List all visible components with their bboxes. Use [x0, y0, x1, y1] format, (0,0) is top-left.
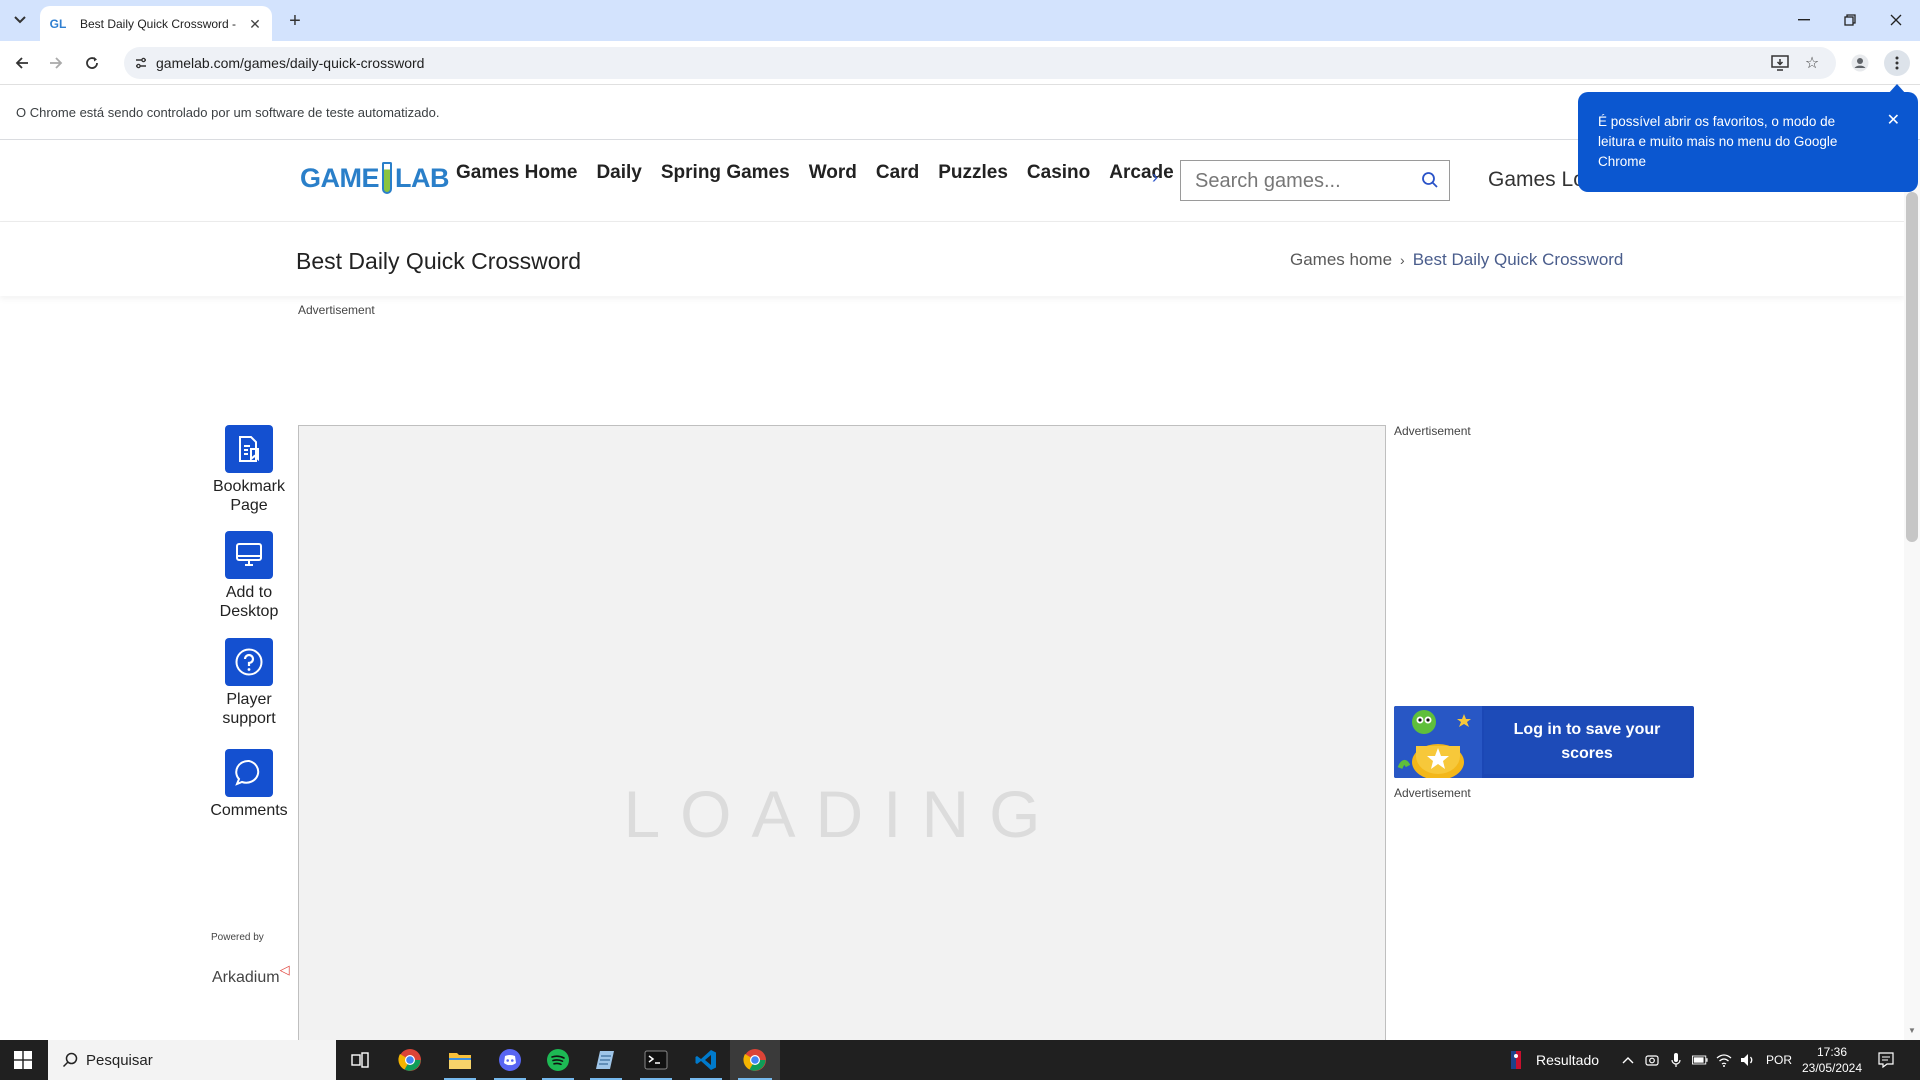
- tab-list-icon[interactable]: [8, 8, 32, 32]
- site-info-icon[interactable]: [132, 54, 150, 72]
- main-nav: Games Home Daily Spring Games Word Card …: [456, 162, 1193, 184]
- bookmark-document-icon: [225, 425, 273, 473]
- login-banner[interactable]: Log in to save your scores: [1394, 706, 1694, 778]
- nav-casino[interactable]: Casino: [1027, 162, 1090, 184]
- nav-spring-games[interactable]: Spring Games: [661, 162, 790, 184]
- window-close-icon[interactable]: [1878, 6, 1914, 34]
- chevron-right-icon[interactable]: ›: [1152, 167, 1158, 188]
- news-widget-text[interactable]: Resultado: [1536, 1052, 1599, 1068]
- discord-icon[interactable]: [486, 1040, 534, 1080]
- nav-puzzles[interactable]: Puzzles: [938, 162, 1008, 184]
- page-scrollbar[interactable]: ▲ ▼: [1904, 140, 1920, 1040]
- page-title: Best Daily Quick Crossword: [296, 248, 582, 274]
- notepad-icon[interactable]: [582, 1040, 630, 1080]
- volume-icon[interactable]: [1740, 1052, 1756, 1068]
- new-tab-icon[interactable]: +: [282, 8, 308, 34]
- nav-card[interactable]: Card: [876, 162, 919, 184]
- scroll-thumb[interactable]: [1906, 192, 1918, 542]
- language-indicator[interactable]: POR: [1766, 1053, 1792, 1067]
- comments-button[interactable]: Comments: [204, 749, 294, 820]
- taskbar-search[interactable]: Pesquisar: [48, 1040, 336, 1080]
- comment-icon: [225, 749, 273, 797]
- chrome-menu-tip-popup: É possível abrir os favoritos, o modo de…: [1578, 84, 1918, 192]
- login-save-scores-button[interactable]: Log in to save your scores: [1484, 710, 1690, 774]
- popup-text: É possível abrir os favoritos, o modo de…: [1598, 114, 1838, 169]
- gamelab-logo[interactable]: GAME LAB: [300, 162, 450, 194]
- browser-toolbar: gamelab.com/games/daily-quick-crossword …: [0, 41, 1920, 85]
- monitor-icon: [225, 531, 273, 579]
- active-tab[interactable]: GL Best Daily Quick Crossword - Fr ✕: [40, 6, 272, 41]
- star-icon[interactable]: ☆: [1799, 50, 1825, 76]
- infobar-text: O Chrome está sendo controlado por um so…: [16, 105, 440, 120]
- tab-strip: GL Best Daily Quick Crossword - Fr ✕ +: [0, 0, 1920, 41]
- popup-caret: [1888, 84, 1906, 94]
- windows-taskbar: Pesquisar Resultado POR 17:36 23/05/2024: [0, 1040, 1920, 1080]
- nav-arcade[interactable]: Arcade: [1109, 162, 1173, 184]
- powered-by-label: Powered by: [211, 932, 264, 943]
- nba-icon[interactable]: [1508, 1051, 1524, 1069]
- camera-icon[interactable]: [1644, 1052, 1660, 1068]
- file-explorer-icon[interactable]: [436, 1040, 484, 1080]
- gamelab-favicon-icon: GL: [49, 16, 67, 31]
- microphone-icon[interactable]: [1668, 1052, 1684, 1068]
- close-icon[interactable]: ✕: [1887, 110, 1900, 130]
- search-icon: [62, 1052, 78, 1068]
- profile-icon[interactable]: [1847, 50, 1873, 76]
- battery-icon[interactable]: [1692, 1052, 1708, 1068]
- close-icon[interactable]: ✕: [246, 15, 264, 33]
- spotify-icon[interactable]: [534, 1040, 582, 1080]
- question-icon: [225, 638, 273, 686]
- game-frame[interactable]: LOADING: [298, 425, 1386, 1065]
- nav-word[interactable]: Word: [809, 162, 857, 184]
- ad-label-right: Advertisement: [1394, 424, 1471, 438]
- chevron-up-icon[interactable]: [1620, 1052, 1636, 1068]
- chrome-icon[interactable]: [386, 1040, 434, 1080]
- test-tube-icon: [382, 162, 392, 194]
- taskbar-search-placeholder: Pesquisar: [86, 1051, 153, 1069]
- back-icon[interactable]: [9, 50, 35, 76]
- install-icon[interactable]: [1767, 50, 1793, 76]
- menu-icon[interactable]: [1884, 50, 1910, 76]
- tab-title: Best Daily Quick Crossword - Fr: [80, 16, 240, 31]
- minimize-icon[interactable]: [1786, 6, 1822, 34]
- chevron-right-icon: ›: [1400, 252, 1405, 268]
- restore-icon[interactable]: [1832, 6, 1868, 34]
- wifi-icon[interactable]: [1716, 1052, 1732, 1068]
- trophy-mascot-icon: [1394, 706, 1482, 778]
- arkadium-flag-icon: ◁: [279, 962, 290, 977]
- arkadium-logo[interactable]: Arkadium◁: [212, 962, 290, 987]
- bookmark-page-button[interactable]: Bookmark Page: [204, 425, 294, 515]
- breadcrumb-home[interactable]: Games home: [1290, 250, 1392, 270]
- task-view-icon[interactable]: [336, 1040, 384, 1080]
- reload-icon[interactable]: [79, 50, 105, 76]
- forward-icon[interactable]: [43, 50, 69, 76]
- vscode-icon[interactable]: [682, 1040, 730, 1080]
- player-support-button[interactable]: Player support: [204, 638, 294, 728]
- search-icon[interactable]: [1421, 171, 1439, 189]
- clock[interactable]: 17:36 23/05/2024: [1796, 1044, 1868, 1076]
- nav-games-home[interactable]: Games Home: [456, 162, 577, 184]
- search-box: [1180, 160, 1450, 201]
- scroll-down-icon[interactable]: ▼: [1907, 1026, 1917, 1036]
- breadcrumb-current: Best Daily Quick Crossword: [1412, 250, 1624, 269]
- chrome-active-icon[interactable]: [730, 1040, 780, 1080]
- ad-label-top: Advertisement: [298, 303, 375, 317]
- ad-label-right-lower: Advertisement: [1394, 786, 1471, 800]
- address-bar[interactable]: gamelab.com/games/daily-quick-crossword: [124, 47, 1836, 79]
- notifications-icon[interactable]: [1878, 1052, 1894, 1068]
- search-input[interactable]: [1195, 169, 1405, 193]
- loading-text: LOADING: [623, 777, 1061, 851]
- nav-daily[interactable]: Daily: [596, 162, 641, 184]
- terminal-icon[interactable]: [632, 1040, 680, 1080]
- breadcrumb: Games home › Best Daily Quick Crossword: [1290, 250, 1623, 270]
- add-to-desktop-button[interactable]: Add to Desktop: [204, 531, 294, 621]
- title-bar: Best Daily Quick Crossword Games home › …: [0, 222, 1904, 296]
- url-text: gamelab.com/games/daily-quick-crossword: [156, 55, 425, 71]
- windows-start-icon[interactable]: [0, 1040, 46, 1080]
